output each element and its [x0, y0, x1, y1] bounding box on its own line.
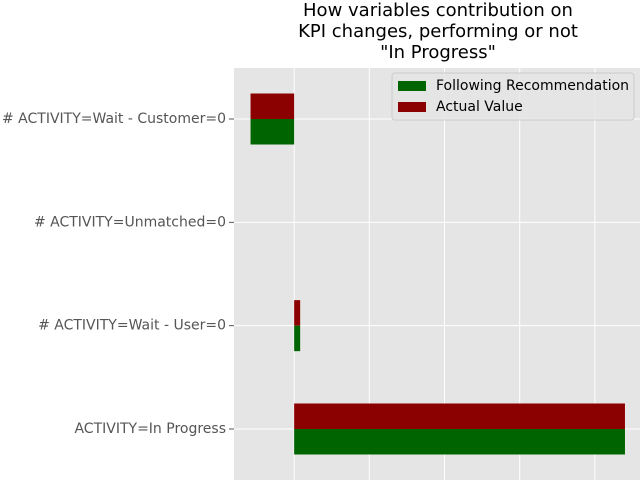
y-tick-label: ACTIVITY=In Progress: [74, 421, 226, 437]
y-axis: # ACTIVITY=Wait - Customer=0 # ACTIVITY=U…: [2, 111, 234, 437]
legend-swatch: [398, 102, 426, 112]
legend-label: Actual Value: [436, 99, 523, 115]
chart-title-line: "In Progress": [380, 42, 496, 63]
chart-title-line: KPI changes, performing or not: [298, 21, 578, 42]
legend: Following Recommendation Actual Value: [391, 72, 635, 121]
y-tick-label: # ACTIVITY=Wait - User=0: [38, 318, 226, 334]
bar: [250, 93, 295, 119]
bar: [250, 119, 295, 145]
chart-title: How variables contribution on KPI change…: [298, 0, 578, 63]
y-tick-label: # ACTIVITY=Wait - Customer=0: [2, 111, 226, 127]
bar: [294, 300, 301, 326]
chart: How variables contribution on KPI change…: [2, 0, 640, 480]
bar: [294, 325, 301, 352]
legend-label: Following Recommendation: [436, 78, 629, 94]
bar: [294, 428, 625, 455]
y-tick-label: # ACTIVITY=Unmatched=0: [34, 214, 226, 230]
bar: [294, 403, 625, 429]
chart-title-line: How variables contribution on: [303, 0, 573, 21]
legend-swatch: [398, 81, 426, 91]
